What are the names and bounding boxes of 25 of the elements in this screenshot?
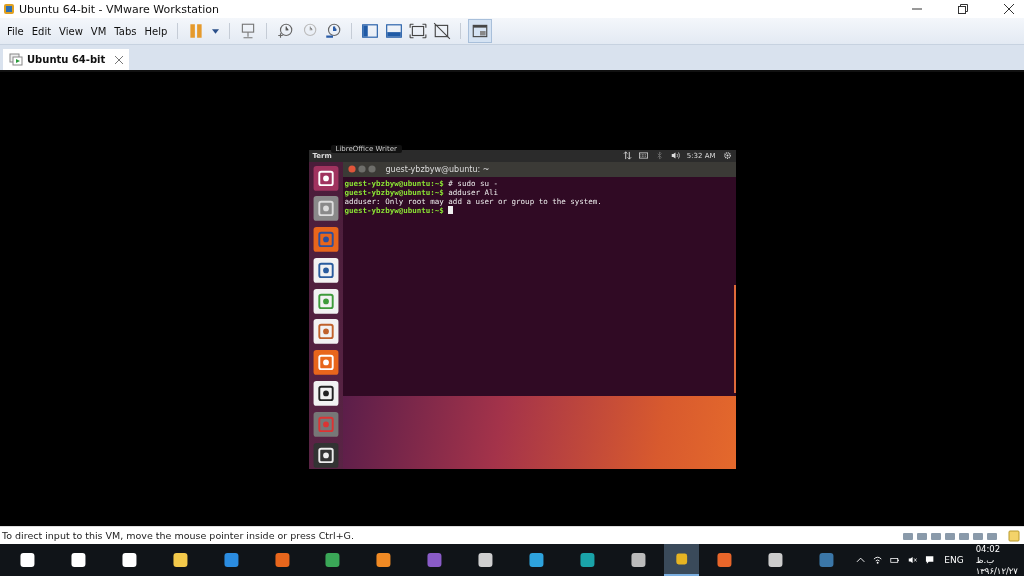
menu-item[interactable]: Edit — [28, 23, 55, 39]
menu-item[interactable]: View — [56, 23, 86, 39]
caret-icon[interactable] — [212, 28, 220, 34]
status-text: To direct input to this VM, move the mouse pointer inside or press Ctrl+G. — [2, 530, 354, 541]
vm-icon — [9, 52, 23, 67]
speaker-muted-icon[interactable] — [907, 554, 917, 566]
wifi-icon[interactable] — [873, 554, 883, 566]
restore-icon[interactable] — [958, 4, 968, 14]
terminal-title: guest-ybzbyw@ubuntu: ~ — [385, 164, 490, 174]
menu-item[interactable]: Tabs — [111, 23, 140, 39]
thumbnail-view-icon[interactable] — [468, 19, 493, 43]
transfer-arrows-icon[interactable] — [622, 151, 632, 160]
clock[interactable]: 04:02 ب.ظ ۱۳۹۶/۱۲/۲۷ — [969, 543, 1024, 576]
window-title: Ubuntu 64-bit - VMware Workstation — [19, 2, 220, 16]
menu-item[interactable]: VM — [87, 23, 110, 39]
language-indicator[interactable]: ENG — [944, 555, 964, 565]
app-icon — [3, 3, 15, 15]
menu-item[interactable]: File — [4, 23, 27, 39]
vm-tab[interactable]: Ubuntu 64-bit — [3, 49, 130, 70]
volume-icon[interactable] — [670, 151, 680, 160]
keyboard-icon[interactable] — [638, 151, 648, 160]
notification-icon[interactable] — [925, 554, 935, 566]
close-icon[interactable] — [1004, 4, 1014, 14]
menu-item[interactable]: Help — [141, 23, 171, 39]
gear-icon[interactable] — [722, 151, 732, 160]
